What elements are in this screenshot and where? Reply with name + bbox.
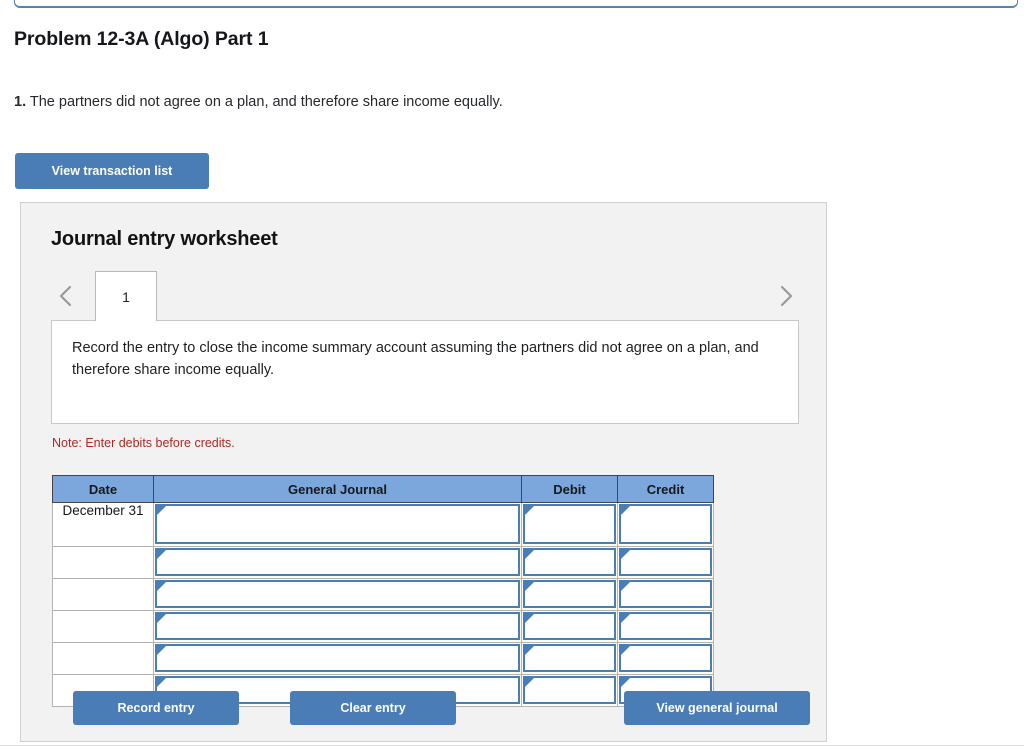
worksheet-tab-strip: 1 (51, 271, 799, 321)
debit-input[interactable] (523, 504, 616, 544)
general-journal-input[interactable] (155, 504, 520, 544)
page-title: Problem 12-3A (Algo) Part 1 (14, 28, 269, 50)
credit-input[interactable] (619, 580, 712, 608)
cell-debit[interactable] (521, 502, 618, 547)
table-header-row: Date General Journal Debit Credit (52, 475, 714, 503)
cell-debit[interactable] (521, 546, 618, 579)
top-frame-edge (14, 0, 1018, 8)
requirement-line: 1. The partners did not agree on a plan,… (14, 92, 503, 112)
prev-entry-button[interactable] (53, 279, 79, 313)
table-row (52, 610, 714, 643)
column-header-general-journal: General Journal (153, 475, 522, 503)
clear-entry-button[interactable]: Clear entry (290, 691, 456, 725)
cell-general-journal[interactable] (153, 502, 522, 547)
record-entry-button[interactable]: Record entry (73, 691, 239, 725)
cell-general-journal[interactable] (153, 642, 522, 675)
credit-input[interactable] (619, 644, 712, 672)
worksheet-tab-label: 1 (122, 288, 130, 305)
cell-credit[interactable] (617, 546, 714, 579)
cell-date[interactable] (52, 546, 154, 579)
credit-input[interactable] (619, 612, 712, 640)
credit-input[interactable] (619, 548, 712, 576)
requirement-text: The partners did not agree on a plan, an… (26, 94, 503, 110)
table-row (52, 578, 714, 611)
journal-entry-worksheet-panel: Journal entry worksheet 1 Record the ent… (20, 202, 827, 742)
general-journal-input[interactable] (155, 644, 520, 672)
cell-debit[interactable] (521, 610, 618, 643)
cell-date: December 31 (52, 502, 154, 547)
worksheet-title: Journal entry worksheet (51, 228, 278, 250)
debit-input[interactable] (523, 548, 616, 576)
worksheet-action-bar: Record entry Clear entry View general jo… (52, 691, 810, 727)
entry-description-text: Record the entry to close the income sum… (72, 340, 759, 378)
cell-credit[interactable] (617, 578, 714, 611)
debit-input[interactable] (523, 644, 616, 672)
cell-general-journal[interactable] (153, 610, 522, 643)
cell-credit[interactable] (617, 502, 714, 547)
cell-general-journal[interactable] (153, 546, 522, 579)
view-general-journal-button[interactable]: View general journal (624, 691, 810, 725)
credit-input[interactable] (619, 504, 712, 544)
view-transaction-list-button[interactable]: View transaction list (15, 153, 209, 189)
column-header-date: Date (52, 475, 154, 503)
cell-date[interactable] (52, 610, 154, 643)
cell-date[interactable] (52, 578, 154, 611)
requirement-number: 1. (14, 94, 27, 110)
debit-input[interactable] (523, 612, 616, 640)
chevron-right-icon (777, 282, 795, 310)
cell-debit[interactable] (521, 642, 618, 675)
cell-date[interactable] (52, 642, 154, 675)
table-row: December 31 (52, 502, 714, 547)
chevron-left-icon (57, 282, 75, 310)
entry-description-box: Record the entry to close the income sum… (51, 320, 799, 424)
cell-general-journal[interactable] (153, 578, 522, 611)
bottom-divider (0, 745, 1024, 746)
journal-entry-table: Date General Journal Debit Credit Decemb… (52, 475, 714, 707)
column-header-credit: Credit (617, 475, 714, 503)
column-header-debit: Debit (521, 475, 618, 503)
general-journal-input[interactable] (155, 612, 520, 640)
cell-debit[interactable] (521, 578, 618, 611)
table-row (52, 546, 714, 579)
general-journal-input[interactable] (155, 580, 520, 608)
table-row (52, 642, 714, 675)
cell-credit[interactable] (617, 610, 714, 643)
cell-credit[interactable] (617, 642, 714, 675)
debits-before-credits-note: Note: Enter debits before credits. (52, 436, 235, 450)
debit-input[interactable] (523, 580, 616, 608)
general-journal-input[interactable] (155, 548, 520, 576)
next-entry-button[interactable] (773, 279, 799, 313)
worksheet-tab-1[interactable]: 1 (95, 271, 157, 321)
